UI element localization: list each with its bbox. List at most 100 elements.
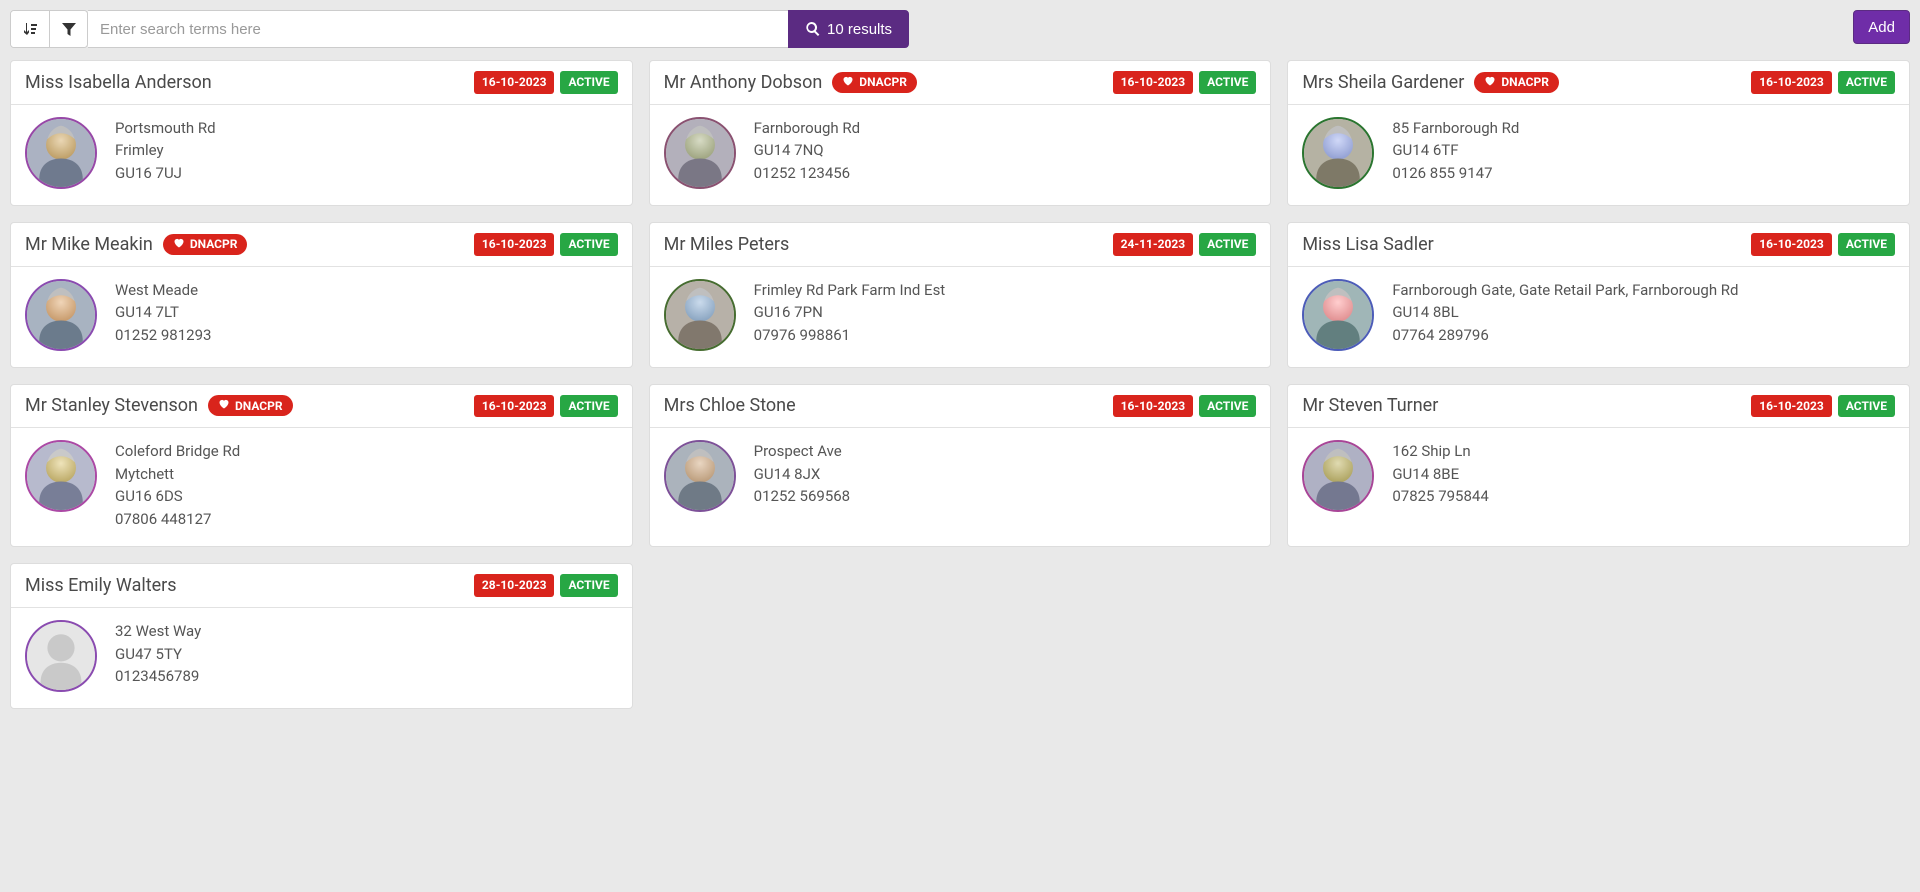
address-line: Frimley Rd Park Farm Ind Est xyxy=(754,279,946,302)
person-name: Mrs Chloe Stone xyxy=(664,395,796,416)
card-header: Mr Mike Meakin DNACPR 16-10-2023ACTIVE xyxy=(11,223,632,267)
dnacpr-label: DNACPR xyxy=(859,75,907,89)
status-badge: ACTIVE xyxy=(560,233,617,256)
card-header: Mr Miles Peters 24-11-2023ACTIVE xyxy=(650,223,1271,267)
address-line: 01252 981293 xyxy=(115,324,211,347)
address-line: 0123456789 xyxy=(115,665,201,688)
heart-icon xyxy=(842,75,854,90)
address-line: 07764 289796 xyxy=(1392,324,1738,347)
search-input[interactable] xyxy=(88,10,788,48)
address-line: 0126 855 9147 xyxy=(1392,162,1519,185)
card-body: Frimley Rd Park Farm Ind EstGU16 7PN0797… xyxy=(650,267,1271,367)
card-header: Mrs Chloe Stone16-10-2023ACTIVE xyxy=(650,385,1271,429)
person-card[interactable]: Mr Mike Meakin DNACPR 16-10-2023ACTIVE West… xyxy=(10,222,633,368)
add-button-label: Add xyxy=(1868,19,1895,36)
status-badge: ACTIVE xyxy=(1199,395,1256,418)
person-name: Mr Stanley Stevenson xyxy=(25,395,198,416)
person-card[interactable]: Mr Steven Turner16-10-2023ACTIVE 162 Ship… xyxy=(1287,384,1910,548)
status-badge: ACTIVE xyxy=(1838,395,1895,418)
results-label: 10 results xyxy=(827,21,892,38)
dnacpr-badge: DNACPR xyxy=(1474,72,1559,93)
address-line: 32 West Way xyxy=(115,620,201,643)
address-line: Farnborough Gate, Gate Retail Park, Farn… xyxy=(1392,279,1738,302)
avatar xyxy=(1302,440,1374,512)
address-line: GU14 8BL xyxy=(1392,301,1738,324)
date-badge: 24-11-2023 xyxy=(1113,233,1194,256)
results-button[interactable]: 10 results xyxy=(788,10,909,48)
person-name: Mr Miles Peters xyxy=(664,234,790,255)
address-line: GU14 8BE xyxy=(1392,463,1488,486)
person-name: Mr Mike Meakin xyxy=(25,234,153,255)
avatar xyxy=(664,117,736,189)
avatar xyxy=(25,440,97,512)
status-badge: ACTIVE xyxy=(1838,233,1895,256)
address-line: GU16 6DS xyxy=(115,485,240,508)
sort-button[interactable] xyxy=(11,11,49,47)
address-block: West MeadeGU14 7LT01252 981293 xyxy=(115,279,211,347)
address-line: West Meade xyxy=(115,279,211,302)
card-body: 162 Ship LnGU14 8BE07825 795844 xyxy=(1288,428,1909,528)
address-line: GU14 8JX xyxy=(754,463,850,486)
card-body: Prospect AveGU14 8JX01252 569568 xyxy=(650,428,1271,528)
date-badge: 16-10-2023 xyxy=(474,71,555,94)
person-name: Miss Isabella Anderson xyxy=(25,72,212,93)
sort-icon xyxy=(22,21,38,37)
date-badge: 16-10-2023 xyxy=(474,233,555,256)
person-card[interactable]: Mrs Sheila Gardener DNACPR 16-10-2023 ACTIV… xyxy=(1287,60,1910,206)
address-line: Farnborough Rd xyxy=(754,117,860,140)
card-header: Miss Emily Walters28-10-2023ACTIVE xyxy=(11,564,632,608)
person-card[interactable]: Mrs Chloe Stone16-10-2023ACTIVEProspect … xyxy=(649,384,1272,548)
filter-icon xyxy=(61,21,77,37)
add-button[interactable]: Add xyxy=(1853,10,1910,44)
address-block: 32 West WayGU47 5TY0123456789 xyxy=(115,620,201,688)
heart-icon xyxy=(218,398,230,413)
person-card[interactable]: Miss Lisa Sadler 16-10-2023 ACTIVE Farnboro… xyxy=(1287,222,1910,368)
search-icon xyxy=(805,21,821,37)
card-body: West MeadeGU14 7LT01252 981293 xyxy=(11,267,632,367)
date-badge: 16-10-2023 xyxy=(1113,71,1194,94)
address-line: GU14 7LT xyxy=(115,301,211,324)
avatar xyxy=(664,279,736,351)
date-badge: 16-10-2023 xyxy=(1751,71,1832,94)
avatar xyxy=(1302,279,1374,351)
address-line: 07825 795844 xyxy=(1392,485,1488,508)
address-line: Coleford Bridge Rd xyxy=(115,440,240,463)
status-badge: ACTIVE xyxy=(1838,71,1895,94)
person-card[interactable]: Mr Stanley StevensonDNACPR16-10-2023ACTI… xyxy=(10,384,633,548)
address-line: GU16 7PN xyxy=(754,301,946,324)
card-header: Mr Stanley StevensonDNACPR16-10-2023ACTI… xyxy=(11,385,632,429)
dnacpr-badge: DNACPR xyxy=(208,395,293,416)
address-line: GU14 6TF xyxy=(1392,139,1519,162)
dnacpr-label: DNACPR xyxy=(190,237,238,251)
person-card[interactable]: Mr Miles Peters 24-11-2023ACTIVE Frimley R… xyxy=(649,222,1272,368)
address-line: 07976 998861 xyxy=(754,324,946,347)
card-header: Mr Steven Turner16-10-2023ACTIVE xyxy=(1288,385,1909,429)
person-card[interactable]: Miss Emily Walters28-10-2023ACTIVE 32 Wes… xyxy=(10,563,633,709)
address-line: 01252 123456 xyxy=(754,162,860,185)
person-name: Miss Lisa Sadler xyxy=(1302,234,1433,255)
avatar xyxy=(25,620,97,692)
cards-grid: Miss Isabella Anderson16-10-2023ACTIVEPo… xyxy=(10,60,1910,709)
status-badge: ACTIVE xyxy=(560,574,617,597)
address-line: Frimley xyxy=(115,139,216,162)
dnacpr-label: DNACPR xyxy=(1501,75,1549,89)
date-badge: 16-10-2023 xyxy=(1751,233,1832,256)
address-line: GU16 7UJ xyxy=(115,162,216,185)
card-body: 85 Farnborough RdGU14 6TF0126 855 9147 xyxy=(1288,105,1909,205)
card-header: Mr Anthony DobsonDNACPR16-10-2023ACTIVE xyxy=(650,61,1271,105)
person-name: Mr Steven Turner xyxy=(1302,395,1438,416)
address-line: GU14 7NQ xyxy=(754,139,860,162)
filter-button[interactable] xyxy=(49,11,87,47)
status-badge: ACTIVE xyxy=(1199,233,1256,256)
person-name: Mr Anthony Dobson xyxy=(664,72,823,93)
date-badge: 28-10-2023 xyxy=(474,574,555,597)
dnacpr-badge: DNACPR xyxy=(163,234,248,255)
address-line: GU47 5TY xyxy=(115,643,201,666)
person-card[interactable]: Mr Anthony DobsonDNACPR16-10-2023ACTIVEF… xyxy=(649,60,1272,206)
person-card[interactable]: Miss Isabella Anderson16-10-2023ACTIVEPo… xyxy=(10,60,633,206)
address-block: 162 Ship LnGU14 8BE07825 795844 xyxy=(1392,440,1488,508)
card-body: Coleford Bridge RdMytchettGU16 6DS07806 … xyxy=(11,428,632,546)
address-block: Farnborough Gate, Gate Retail Park, Farn… xyxy=(1392,279,1738,347)
card-body: Farnborough RdGU14 7NQ01252 123456 xyxy=(650,105,1271,205)
person-name: Mrs Sheila Gardener xyxy=(1302,72,1464,93)
